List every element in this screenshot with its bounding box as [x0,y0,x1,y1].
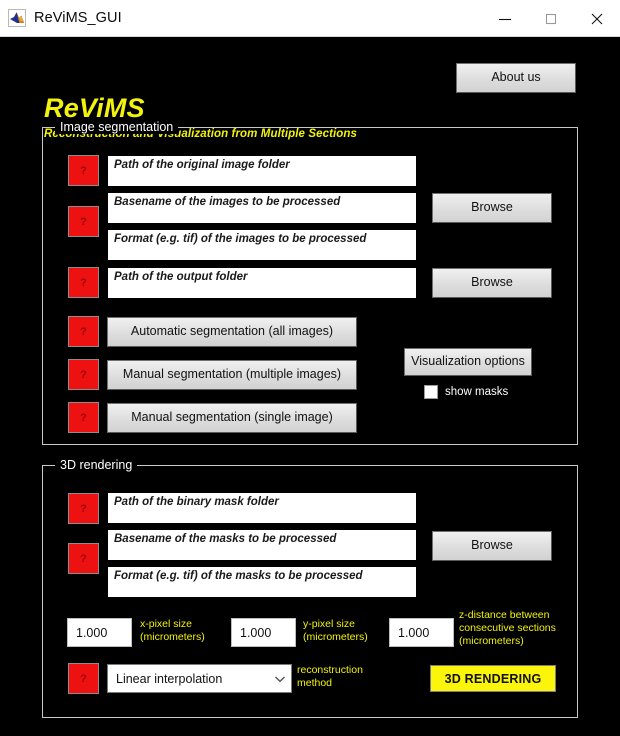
chevron-down-icon[interactable] [269,675,291,683]
browse-button-original-folder[interactable]: Browse [432,193,552,223]
reconstruction-method-label-line1: reconstruction [297,664,363,676]
client-area: ReViMS Reconstruction and Visualization … [0,37,620,736]
manual-segmentation-single-button[interactable]: Manual segmentation (single image) [107,403,357,433]
x-pixel-size-label: x-pixel size (micrometers) [140,618,228,644]
y-pixel-size-input[interactable]: 1.000 [231,618,296,647]
z-distance-input[interactable]: 1.000 [389,618,454,647]
reconstruction-method-label: reconstruction method [297,664,387,690]
help-button-reconstruction-method[interactable]: ? [68,663,99,694]
close-icon[interactable] [574,0,620,37]
app-title: ReViMS [44,93,145,123]
reconstruction-method-value: Linear interpolation [116,671,223,686]
images-format-input[interactable]: Format (e.g. tif) of the images to be pr… [107,229,417,261]
browse-button-output-folder[interactable]: Browse [432,268,552,298]
minimize-icon[interactable] [482,0,528,37]
help-button-automatic-segmentation[interactable]: ? [68,316,99,347]
image-segmentation-group-label: Image segmentation [55,121,179,134]
revims-gui-window: ReViMS_GUI ReViMS Reconstruction and Vis… [0,0,620,736]
y-pixel-size-label-line2: (micrometers) [303,631,368,643]
y-pixel-size-label-line1: y-pixel size [303,618,355,630]
help-button-basename-format[interactable]: ? [68,206,99,237]
help-button-manual-single[interactable]: ? [68,402,99,433]
reconstruction-method-label-line2: method [297,677,333,689]
window-title: ReViMS_GUI [34,10,122,26]
maximize-icon[interactable] [528,0,574,37]
about-us-button[interactable]: About us [456,63,576,93]
masks-basename-input[interactable]: Basename of the masks to be processed [107,529,417,561]
reconstruction-method-select[interactable]: Linear interpolation [107,664,292,693]
help-button-binary-mask-folder[interactable]: ? [68,493,99,524]
matlab-icon [8,9,26,27]
images-basename-input[interactable]: Basename of the images to be processed [107,192,417,224]
show-masks-checkbox[interactable]: show masks [424,385,508,399]
z-distance-label-line3: (micrometers) [459,635,524,647]
help-button-original-folder[interactable]: ? [68,155,99,186]
help-button-manual-multiple[interactable]: ? [68,359,99,390]
title-bar: ReViMS_GUI [0,0,620,37]
3d-rendering-button[interactable]: 3D RENDERING [430,665,556,692]
help-button-output-folder[interactable]: ? [68,267,99,298]
help-button-masks-basename-format[interactable]: ? [68,543,99,574]
binary-mask-folder-input[interactable]: Path of the binary mask folder [107,492,417,524]
visualization-options-button[interactable]: Visualization options [404,348,532,376]
x-pixel-size-input[interactable]: 1.000 [67,618,132,647]
3d-rendering-group-label: 3D rendering [55,459,138,472]
original-image-folder-input[interactable]: Path of the original image folder [107,155,417,187]
z-distance-label: z-distance between consecutive sections … [459,609,569,648]
automatic-segmentation-button[interactable]: Automatic segmentation (all images) [107,317,357,347]
show-masks-checkbox-box[interactable] [424,385,438,399]
output-folder-input[interactable]: Path of the output folder [107,267,417,299]
show-masks-label: show masks [445,386,509,398]
browse-button-binary-mask-folder[interactable]: Browse [432,531,552,561]
x-pixel-size-label-line1: x-pixel size [140,618,192,630]
z-distance-label-line1: z-distance between [459,609,550,621]
window-controls [482,0,620,37]
masks-format-input[interactable]: Format (e.g. tif) of the masks to be pro… [107,566,417,598]
z-distance-label-line2: consecutive sections [459,622,556,634]
y-pixel-size-label: y-pixel size (micrometers) [303,618,391,644]
x-pixel-size-label-line2: (micrometers) [140,631,205,643]
manual-segmentation-multiple-button[interactable]: Manual segmentation (multiple images) [107,360,357,390]
